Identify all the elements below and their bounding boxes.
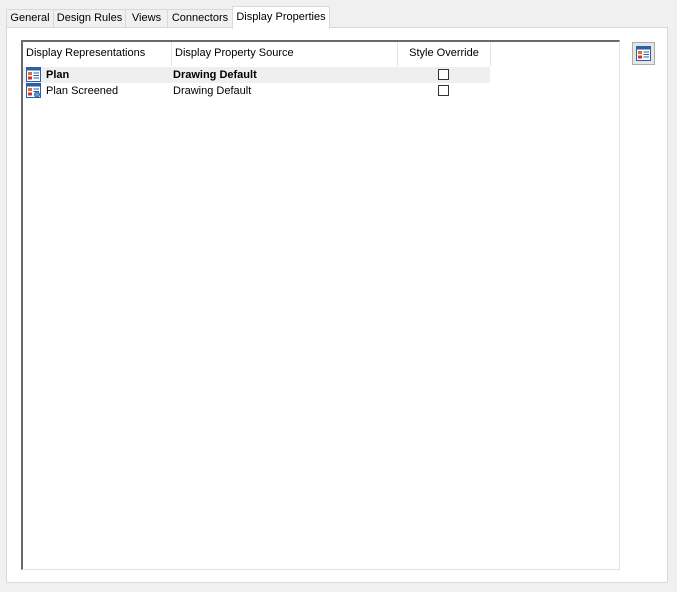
table-row[interactable]: Plan Drawing Default <box>23 67 490 83</box>
display-property-source: Drawing Default <box>173 85 252 97</box>
display-rep-name: Plan <box>46 69 70 81</box>
display-rep-icon <box>26 67 41 82</box>
tab-connectors[interactable]: Connectors <box>167 9 233 28</box>
table-row[interactable]: Plan Screened Drawing Default <box>23 83 490 99</box>
column-header-display-property-source[interactable]: Display Property Source <box>172 42 398 66</box>
style-override-checkbox[interactable] <box>438 69 449 80</box>
edit-display-properties-button[interactable] <box>632 42 655 65</box>
display-rep-name: Plan Screened <box>46 85 119 97</box>
display-property-source: Drawing Default <box>173 69 257 81</box>
column-header-style-override[interactable]: Style Override <box>398 42 491 66</box>
display-rep-screened-icon <box>26 83 41 98</box>
column-header-display-representations[interactable]: Display Representations <box>23 42 172 66</box>
edit-display-properties-icon <box>636 46 651 61</box>
display-representations-grid: Display Representations Display Property… <box>21 40 620 570</box>
tab-general[interactable]: General <box>6 9 54 28</box>
style-override-checkbox[interactable] <box>438 85 449 96</box>
tab-views[interactable]: Views <box>125 9 168 28</box>
tab-display-properties[interactable]: Display Properties <box>232 6 330 29</box>
tab-design-rules[interactable]: Design Rules <box>53 9 126 28</box>
